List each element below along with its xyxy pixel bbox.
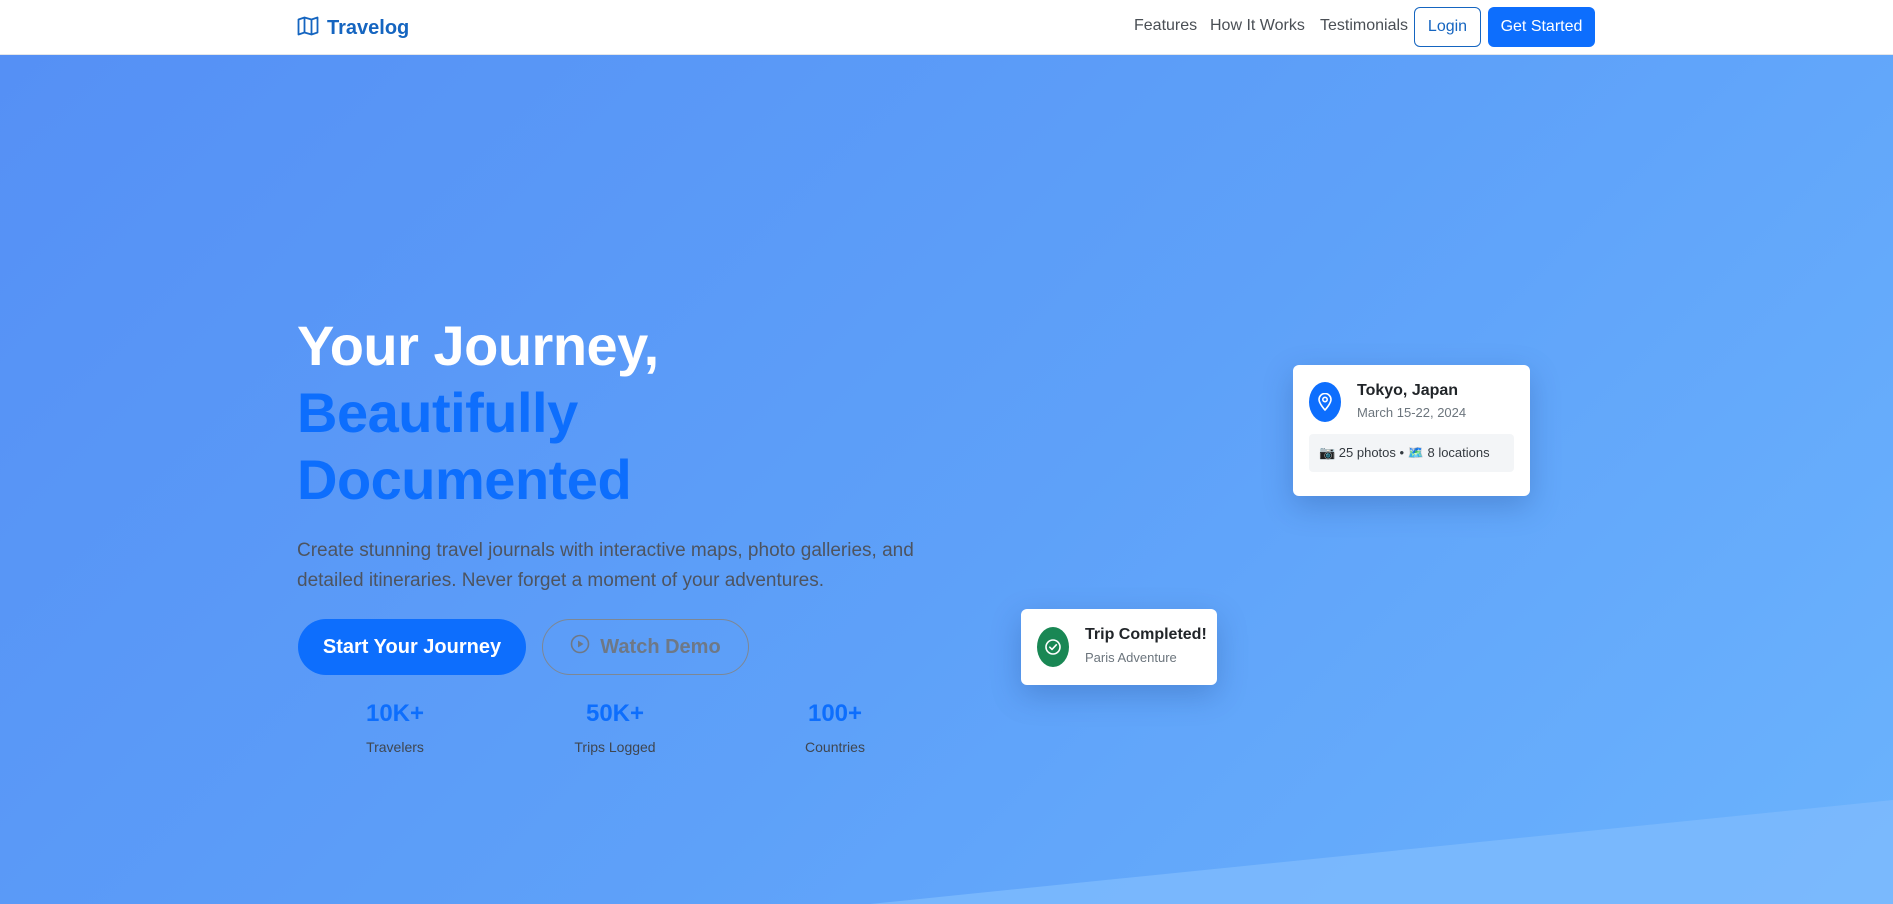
stat-value: 50K+	[585, 700, 645, 727]
trip-completed-card[interactable]: Trip Completed! Paris Adventure	[1021, 609, 1217, 685]
hero-section: Your Journey, Beautifully Documented Cre…	[0, 55, 1893, 904]
stat-trips-logged: 50K+ Trips Logged	[545, 699, 685, 755]
stat-value: 10K+	[365, 700, 425, 727]
map-pin-icon	[1309, 382, 1341, 422]
brand-link[interactable]: Travelog	[297, 14, 409, 42]
login-button[interactable]: Login	[1414, 7, 1481, 47]
nav-link-testimonials[interactable]: Testimonials	[1320, 17, 1408, 35]
brand-name: Travelog	[327, 16, 410, 39]
hero-bottom-wedge	[870, 800, 1893, 904]
nav-link-how-it-works[interactable]: How It Works	[1210, 17, 1305, 35]
trip-card-tokyo[interactable]: Tokyo, Japan March 15-22, 2024 📷 25 phot…	[1293, 365, 1530, 496]
trip-title: Tokyo, Japan	[1357, 382, 1459, 399]
start-journey-button[interactable]: Start Your Journey	[298, 619, 526, 675]
watch-demo-label: Watch Demo	[600, 635, 721, 658]
stat-label: Travelers	[366, 739, 424, 755]
stat-travelers: 10K+ Travelers	[325, 699, 465, 755]
completed-subtitle: Paris Adventure	[1085, 650, 1177, 665]
stat-countries: 100+ Countries	[765, 699, 905, 755]
get-started-button[interactable]: Get Started	[1488, 7, 1595, 47]
trip-meta: 📷 25 photos • 🗺️ 8 locations	[1309, 434, 1514, 472]
watch-demo-button[interactable]: Watch Demo	[542, 619, 749, 675]
completed-title: Trip Completed!	[1085, 626, 1207, 643]
hero-heading-line-2: Beautifully	[297, 381, 578, 444]
stat-value: 100+	[807, 700, 863, 727]
hero-heading-line-3: Documented	[297, 448, 632, 511]
map-icon	[297, 16, 319, 41]
hero-heading-line-1: Your Journey,	[297, 314, 659, 377]
hero-lead-line-2: detailed itineraries. Never forget a mom…	[297, 570, 824, 591]
hero-lead-line-1: Create stunning travel journals with int…	[297, 540, 914, 561]
start-journey-label: Start Your Journey	[322, 635, 502, 658]
nav-link-features[interactable]: Features	[1134, 17, 1197, 35]
stat-label: Trips Logged	[574, 739, 656, 755]
stat-label: Countries	[805, 739, 865, 755]
play-circle-icon	[570, 634, 590, 660]
trip-dates: March 15-22, 2024	[1357, 405, 1467, 420]
check-circle-icon	[1037, 627, 1069, 667]
navbar: Travelog Features How It Works Testimoni…	[0, 0, 1893, 55]
